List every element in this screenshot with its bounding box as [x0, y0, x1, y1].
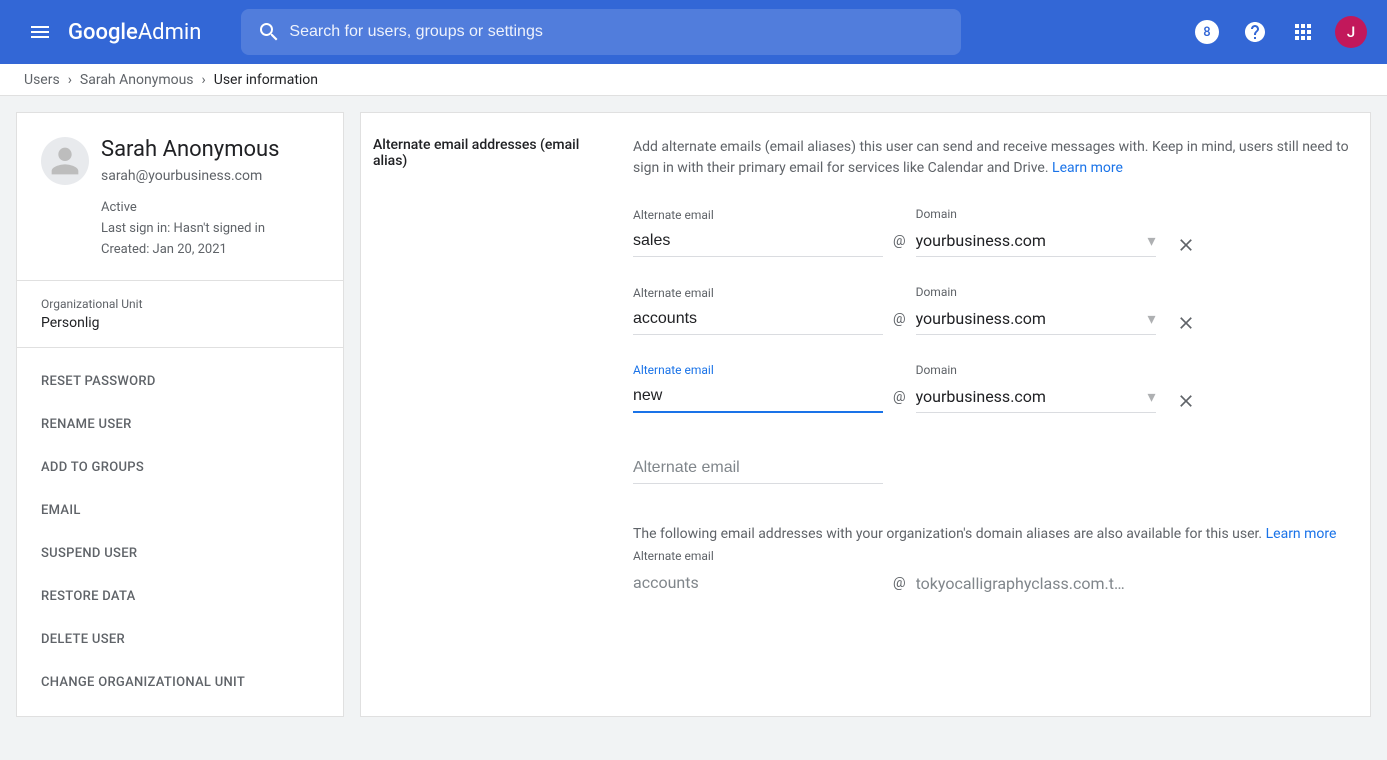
apps-button[interactable]	[1283, 12, 1323, 52]
empty-alias-field	[633, 453, 883, 484]
action-email[interactable]: EMAIL	[17, 489, 343, 532]
alias-domain-field: Domain yourbusiness.com ▾	[916, 207, 1156, 257]
readonly-email-field: Alternate email accounts	[633, 549, 883, 599]
account-button[interactable]: J	[1331, 12, 1371, 52]
help-button[interactable]	[1235, 12, 1275, 52]
sidebar: Sarah Anonymous sarah@yourbusiness.com A…	[16, 112, 344, 717]
action-delete-user[interactable]: DELETE USER	[17, 618, 343, 661]
app-header: Google Admin 8 J	[0, 0, 1387, 64]
learn-more-link[interactable]: Learn more	[1266, 526, 1337, 542]
domain-select[interactable]: yourbusiness.com ▾	[916, 225, 1156, 257]
alias-email-input[interactable]	[633, 453, 883, 484]
close-icon	[1176, 235, 1196, 255]
search-icon	[249, 20, 289, 44]
field-label: Domain	[916, 207, 1156, 221]
header-right: 8 J	[1187, 12, 1371, 52]
section-title: Alternate email addresses (email alias)	[373, 137, 583, 599]
alias-row: Alternate email @ Domain yourbusiness.co…	[633, 207, 1358, 257]
field-label: Alternate email	[633, 208, 883, 222]
alias-email-field: Alternate email	[633, 363, 883, 413]
alias-row: Alternate email @ Domain yourbusiness.co…	[633, 285, 1358, 335]
at-symbol: @	[893, 575, 906, 599]
chevron-right-icon: ›	[68, 72, 72, 88]
chevron-right-icon: ›	[202, 72, 206, 88]
search-input[interactable]	[289, 23, 953, 41]
domain-select[interactable]: yourbusiness.com ▾	[916, 303, 1156, 335]
action-rename-user[interactable]: RENAME USER	[17, 403, 343, 446]
alias-email-input[interactable]	[633, 381, 883, 413]
user-status: Active	[101, 198, 280, 219]
breadcrumb-item[interactable]: Sarah Anonymous	[80, 72, 194, 88]
alias-email-input[interactable]	[633, 226, 883, 257]
avatar: J	[1335, 16, 1367, 48]
logo-google: Google	[68, 20, 138, 45]
breadcrumb-item: User information	[214, 72, 318, 88]
alias-email-input[interactable]	[633, 304, 883, 335]
help-icon	[1243, 20, 1267, 44]
field-label: Domain	[916, 363, 1156, 377]
action-restore-data[interactable]: RESTORE DATA	[17, 575, 343, 618]
learn-more-link[interactable]: Learn more	[1052, 160, 1123, 176]
badge-count: 8	[1195, 20, 1219, 44]
close-icon	[1176, 313, 1196, 333]
org-unit-value: Personlig	[41, 315, 319, 331]
search-bar[interactable]	[241, 9, 961, 55]
domain-value: yourbusiness.com	[916, 231, 1046, 250]
section-description: Add alternate emails (email aliases) thi…	[633, 137, 1358, 179]
remove-alias-button[interactable]	[1166, 381, 1206, 421]
user-email: sarah@yourbusiness.com	[101, 168, 280, 184]
remove-alias-button[interactable]	[1166, 225, 1206, 265]
hamburger-icon	[28, 20, 52, 44]
domain-value: yourbusiness.com	[916, 387, 1046, 406]
readonly-alias-row: Alternate email accounts @ tokyocalligra…	[633, 549, 1358, 599]
action-change-org-unit[interactable]: CHANGE ORGANIZATIONAL UNIT	[17, 661, 343, 704]
alias-domain-field: Domain yourbusiness.com ▾	[916, 363, 1156, 413]
org-unit-label: Organizational Unit	[41, 297, 319, 311]
readonly-domain-value: tokyocalligraphyclass.com.t…	[916, 574, 1125, 599]
alias-email-field: Alternate email	[633, 286, 883, 335]
user-avatar	[41, 137, 89, 185]
sidebar-actions: RESET PASSWORD RENAME USER ADD TO GROUPS…	[17, 348, 343, 716]
user-last-signin: Last sign in: Hasn't signed in	[101, 219, 280, 240]
field-label: Alternate email	[633, 549, 883, 563]
person-icon	[45, 141, 85, 181]
alias-row: Alternate email @ Domain yourbusiness.co…	[633, 363, 1358, 413]
logo-admin: Admin	[138, 20, 202, 45]
breadcrumb-item[interactable]: Users	[24, 72, 60, 88]
remove-alias-button[interactable]	[1166, 303, 1206, 343]
main-panel: Alternate email addresses (email alias) …	[360, 112, 1371, 717]
field-label: Domain	[916, 285, 1156, 299]
content: Sarah Anonymous sarah@yourbusiness.com A…	[0, 96, 1387, 733]
field-label: Alternate email	[633, 363, 883, 377]
user-name: Sarah Anonymous	[101, 137, 280, 162]
action-reset-password[interactable]: RESET PASSWORD	[17, 360, 343, 403]
chevron-down-icon: ▾	[1148, 231, 1156, 250]
at-symbol: @	[893, 389, 906, 413]
field-label: Alternate email	[633, 286, 883, 300]
breadcrumb: Users › Sarah Anonymous › User informati…	[0, 64, 1387, 96]
notifications-badge[interactable]: 8	[1187, 12, 1227, 52]
app-logo[interactable]: Google Admin	[68, 20, 201, 45]
chevron-down-icon: ▾	[1148, 387, 1156, 406]
apps-grid-icon	[1291, 20, 1315, 44]
user-info: Sarah Anonymous sarah@yourbusiness.com A…	[101, 137, 280, 260]
menu-button[interactable]	[16, 8, 64, 56]
org-unit: Organizational Unit Personlig	[17, 281, 343, 348]
alias-section: Alternate email addresses (email alias) …	[373, 137, 1358, 599]
domain-value: yourbusiness.com	[916, 309, 1046, 328]
domain-aliases-description: The following email addresses with your …	[633, 524, 1358, 545]
user-created: Created: Jan 20, 2021	[101, 240, 280, 261]
chevron-down-icon: ▾	[1148, 309, 1156, 328]
alias-domain-field: Domain yourbusiness.com ▾	[916, 285, 1156, 335]
at-symbol: @	[893, 311, 906, 335]
domain-select[interactable]: yourbusiness.com ▾	[916, 381, 1156, 413]
at-symbol: @	[893, 233, 906, 257]
alias-email-field: Alternate email	[633, 208, 883, 257]
action-add-to-groups[interactable]: ADD TO GROUPS	[17, 446, 343, 489]
close-icon	[1176, 391, 1196, 411]
user-card: Sarah Anonymous sarah@yourbusiness.com A…	[17, 113, 343, 281]
action-suspend-user[interactable]: SUSPEND USER	[17, 532, 343, 575]
section-body: Add alternate emails (email aliases) thi…	[633, 137, 1358, 599]
readonly-email-value: accounts	[633, 567, 883, 599]
